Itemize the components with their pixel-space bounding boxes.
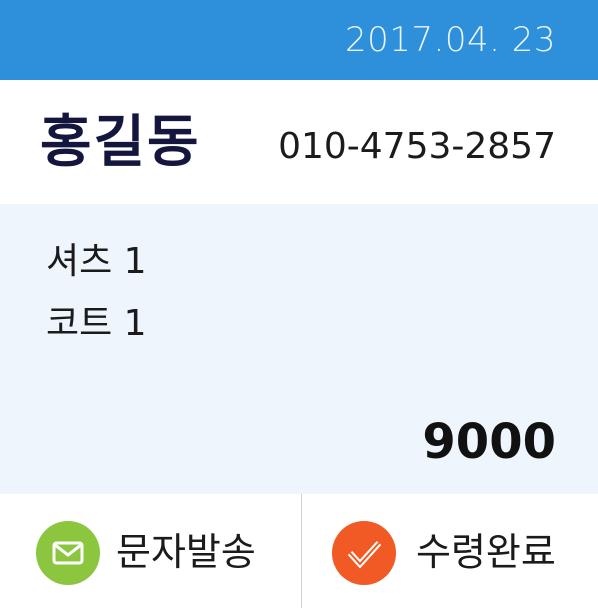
order-item: 코트 1: [46, 303, 147, 344]
check-icon: [332, 521, 396, 585]
order-item: 셔츠 1: [46, 241, 147, 282]
action-bar: 문자발송 수령완료: [0, 494, 598, 608]
customer-phone: 010-4753-2857: [278, 126, 556, 167]
pickup-complete-label: 수령완료: [416, 530, 556, 574]
send-sms-label: 문자발송: [116, 530, 256, 574]
pickup-complete-button[interactable]: 수령완료: [302, 494, 598, 608]
order-card: 2017.04. 23 홍길동 010-4753-2857 셔츠 1 코트 1 …: [0, 0, 598, 608]
order-date: 2017.04. 23: [345, 20, 556, 60]
order-details: 셔츠 1 코트 1 9000: [0, 204, 598, 494]
date-header: 2017.04. 23: [0, 0, 598, 80]
send-sms-button[interactable]: 문자발송: [0, 494, 301, 608]
customer-info: 홍길동 010-4753-2857: [0, 80, 598, 204]
order-total: 9000: [422, 414, 556, 470]
mail-icon: [36, 521, 100, 585]
customer-name: 홍길동: [40, 110, 201, 175]
